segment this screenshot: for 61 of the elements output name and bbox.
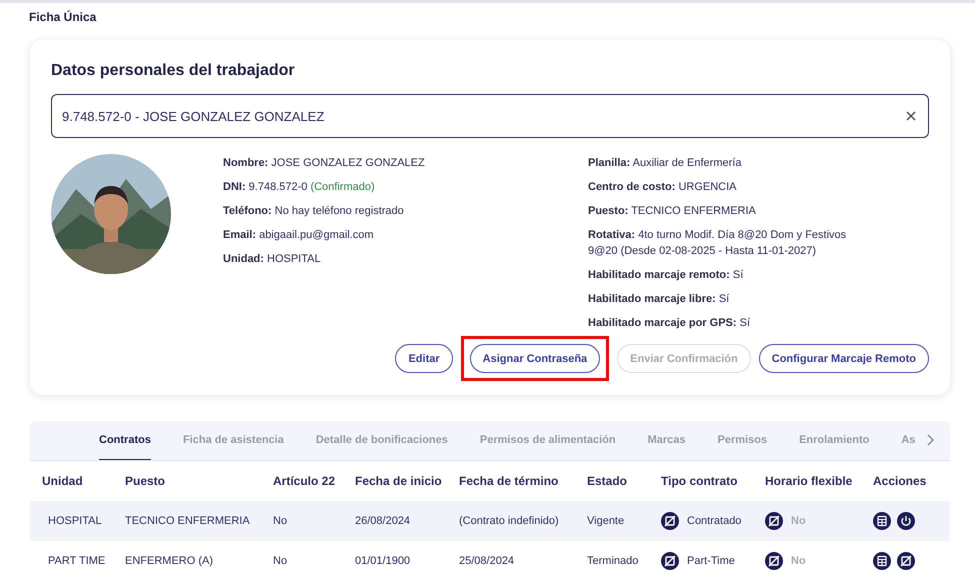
tab[interactable]: Enrolamiento — [799, 421, 870, 460]
column-header: Unidad — [41, 474, 84, 488]
calendar-icon[interactable] — [873, 552, 891, 570]
tab[interactable]: As — [901, 421, 916, 460]
table-cell-text: No — [272, 555, 288, 567]
column-header: Artículo 22 — [272, 474, 336, 488]
field-text: Email: abigaail.pu@gmail.com — [223, 228, 375, 243]
close-icon — [906, 111, 916, 121]
power-icon[interactable] — [897, 512, 915, 530]
page-title: Ficha Única — [28, 9, 98, 26]
tab[interactable]: Permisos — [718, 421, 768, 460]
card-title: Datos personales del trabajador — [51, 62, 296, 80]
field-text: Unidad: HOSPITAL — [223, 252, 322, 267]
action-button[interactable]: Configurar Marcaje Remoto — [758, 344, 929, 373]
edit-off-icon — [661, 512, 679, 530]
field-text: DNI: 9.748.572-0 (Confirmado) — [223, 180, 376, 195]
field-text: Rotativa: 4to turno Modif. Día 8@20 Dom y Festivos 9@20 (Desde 02-08-2025 - Hasta 11-01-2027) — [588, 228, 848, 259]
action-button[interactable]: Asignar Contraseña — [470, 344, 600, 373]
table-cell-text: 26/08/2024 — [354, 515, 412, 527]
tab[interactable]: Ficha de asistencia — [182, 421, 284, 460]
field-text: Centro de costo: URGENCIA — [588, 180, 738, 195]
contract-type: Contratado — [687, 515, 742, 527]
field-text: Habilitado marcaje por GPS: Sí — [588, 316, 751, 331]
table-cell-text: No — [272, 515, 288, 527]
table-cell-text: 01/01/1900 — [354, 555, 412, 567]
column-header: Tipo contrato — [660, 474, 738, 488]
table-cell-text: Terminado — [586, 555, 640, 567]
table-cell-text: Vigente — [586, 515, 626, 527]
field-text: Habilitado marcaje remoto: Sí — [588, 268, 744, 283]
field-text: Nombre: JOSE GONZALEZ GONZALEZ — [223, 156, 426, 171]
edit-off-icon — [765, 512, 783, 530]
table-cell-text: 25/08/2024 — [458, 555, 516, 567]
edit-off-icon[interactable] — [897, 552, 915, 570]
tab[interactable]: Permisos de alimentación — [480, 421, 616, 460]
table-cell-text: TECNICO ENFERMERIA — [124, 515, 251, 527]
column-header: Fecha de término — [458, 474, 560, 488]
edit-off-icon — [765, 552, 783, 570]
table-cell-text: HOSPITAL — [47, 515, 103, 527]
tab[interactable]: Marcas — [648, 421, 686, 460]
field-text: Puesto: TECNICO ENFERMERIA — [588, 204, 757, 219]
field-text: Habilitado marcaje libre: Sí — [588, 292, 730, 307]
column-header: Fecha de inicio — [354, 474, 443, 488]
contract-type: Part-Time — [687, 555, 735, 567]
tab[interactable]: Contratos — [99, 421, 151, 460]
chevron-right-icon — [926, 434, 934, 446]
column-header: Puesto — [124, 474, 166, 488]
column-header: Estado — [586, 474, 628, 488]
column-header: Acciones — [872, 474, 928, 488]
calendar-icon[interactable] — [873, 512, 891, 530]
flexible-schedule: No — [791, 555, 806, 567]
table-cell-text: (Contrato indefinido) — [458, 515, 560, 527]
search-input[interactable]: 9.748.572-0 - JOSE GONZALEZ GONZALEZ — [51, 94, 929, 138]
tab[interactable]: Detalle de bonificaciones — [316, 421, 448, 460]
table-cell-text: PART TIME — [47, 555, 106, 567]
field-text: Planilla: Auxiliar de Enfermería — [588, 156, 742, 171]
edit-off-icon — [661, 552, 679, 570]
flexible-schedule: No — [791, 515, 806, 527]
column-header: Horario flexible — [764, 474, 854, 488]
field-text: Teléfono: No hay teléfono registrado — [223, 204, 405, 219]
action-button[interactable]: Editar — [395, 344, 453, 373]
table-cell-text: ENFERMERO (A) — [124, 555, 214, 567]
